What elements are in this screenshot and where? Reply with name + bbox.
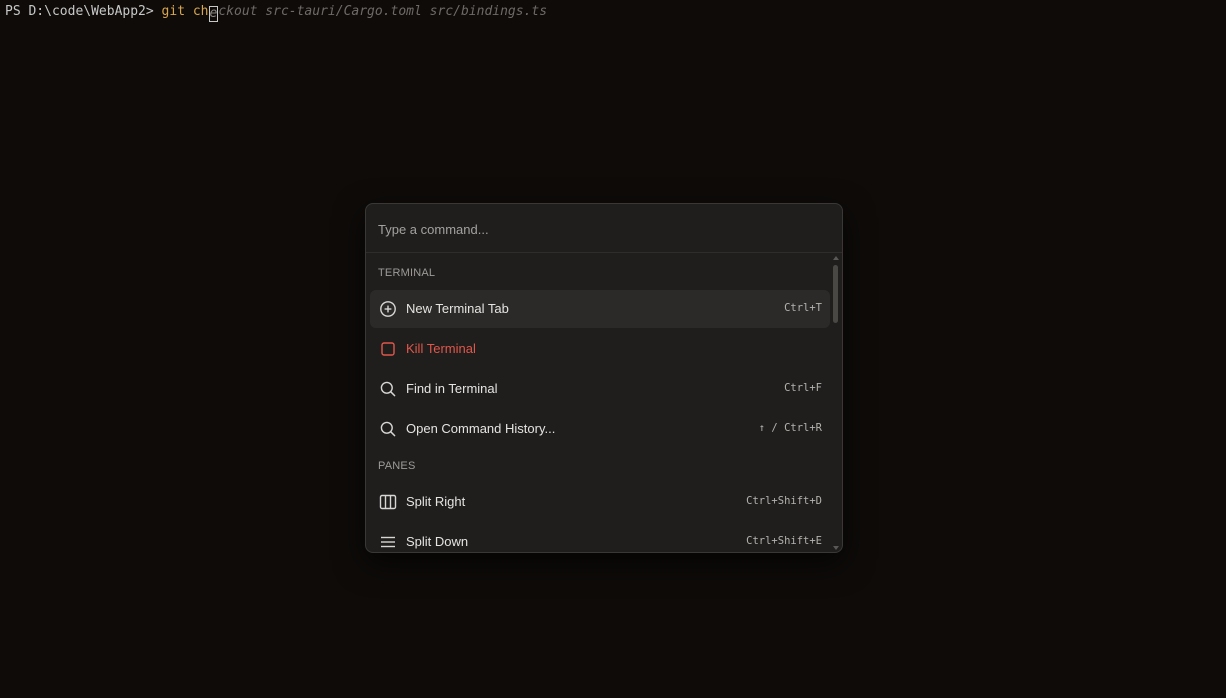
search-icon [380,381,396,397]
command-label: Split Down [406,534,469,549]
command-shortcut: Ctrl+T [784,302,822,314]
command-label: New Terminal Tab [406,301,509,316]
scroll-thumb[interactable] [833,265,838,323]
text-cursor: e [208,6,219,22]
command-palette: TERMINAL New Terminal Tab Ctrl+T Kill Te… [365,203,843,553]
command-shortcut: Ctrl+F [784,382,822,394]
command-find-in-terminal[interactable]: Find in Terminal Ctrl+F [370,370,830,408]
command-label: Kill Terminal [406,341,476,356]
prompt-text: PS D:\code\WebApp2> [5,4,162,19]
command-search-row [366,204,842,253]
command-list-scrollbar[interactable] [830,253,842,552]
command-new-terminal-tab[interactable]: New Terminal Tab Ctrl+T [370,290,830,328]
command-split-down[interactable]: Split Down Ctrl+Shift+E [370,523,830,552]
command-search-input[interactable] [378,218,818,240]
section-header-panes: PANES [378,460,416,472]
rows-icon [381,536,395,548]
command-shortcut: ↑ / Ctrl+R [758,422,822,434]
terminal-prompt-line: PS D:\code\WebApp2> git checkout src-tau… [5,3,547,22]
command-open-command-history[interactable]: Open Command History... ↑ / Ctrl+R [370,410,830,448]
columns-icon [379,494,397,510]
plus-circle-icon [380,301,396,317]
section-header-terminal: TERMINAL [378,267,436,279]
command-label: Open Command History... [406,421,556,436]
search-icon [380,421,396,437]
scroll-down-arrow-icon[interactable] [833,546,839,550]
command-label: Find in Terminal [406,381,498,396]
command-shortcut: Ctrl+Shift+D [746,495,822,507]
square-icon [381,342,395,356]
command-label: Split Right [406,494,466,509]
command-list: TERMINAL New Terminal Tab Ctrl+T Kill Te… [366,253,842,552]
scroll-up-arrow-icon[interactable] [833,256,839,260]
autosuggestion: ckout src-tauri/Cargo.toml src/bindings.… [218,4,548,19]
command-kill-terminal[interactable]: Kill Terminal [370,330,830,368]
typed-command: git ch [161,4,209,19]
command-split-right[interactable]: Split Right Ctrl+Shift+D [370,483,830,521]
command-shortcut: Ctrl+Shift+E [746,535,822,547]
